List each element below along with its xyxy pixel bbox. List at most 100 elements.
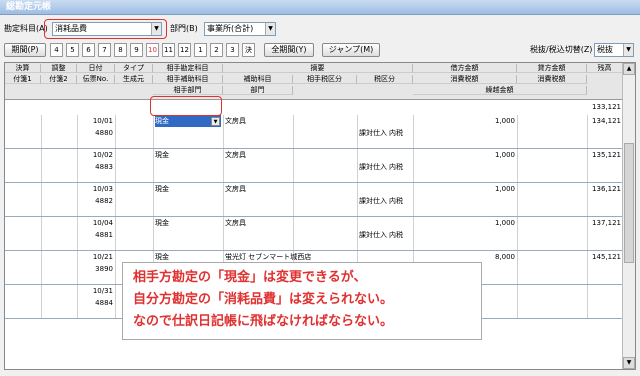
column-divider — [153, 115, 154, 148]
balance-cell[interactable] — [589, 285, 621, 297]
tax-category-cell[interactable]: 課対仕入 — [359, 127, 389, 139]
column-divider — [517, 115, 518, 148]
counter-account-cell[interactable]: 現金 — [155, 183, 221, 195]
scroll-down-icon[interactable]: ▼ — [623, 357, 635, 369]
date-cell[interactable]: 10/02 — [79, 149, 113, 161]
tax-type-cell[interactable]: 内税 — [389, 161, 411, 173]
header-cell: 伝票No. — [77, 75, 115, 84]
tax-select[interactable]: 税抜 ▼ — [594, 43, 634, 57]
account-label: 勘定科目(A) — [4, 24, 48, 33]
month-tab[interactable]: 4 — [50, 43, 63, 57]
column-divider — [223, 217, 224, 250]
balance-cell[interactable]: 145,121 — [589, 251, 621, 263]
chevron-down-icon[interactable]: ▼ — [623, 44, 633, 56]
header-cell: タイプ — [115, 64, 153, 73]
header-cell: 日付 — [77, 64, 115, 73]
scroll-up-icon[interactable]: ▲ — [623, 63, 635, 75]
debit-cell[interactable]: 1,000 — [415, 217, 515, 229]
voucher-no-cell[interactable]: 4880 — [79, 127, 113, 139]
dept-select[interactable]: 事業所(合計) ▼ — [204, 22, 276, 36]
voucher-no-cell[interactable]: 4881 — [79, 229, 113, 241]
column-divider — [413, 115, 414, 148]
month-tab[interactable]: 10 — [146, 43, 159, 57]
debit-cell[interactable]: 1,000 — [415, 149, 515, 161]
column-divider — [413, 217, 414, 250]
ledger-record[interactable]: 10/02 4883 現金 文房具 1,000 135,121 課対仕入 内税 — [5, 149, 623, 183]
month-tab[interactable]: 5 — [66, 43, 79, 57]
ledger-record[interactable]: 10/03 4882 現金 文房具 1,000 136,121 課対仕入 内税 — [5, 183, 623, 217]
voucher-no-cell[interactable]: 4883 — [79, 161, 113, 173]
chevron-down-icon[interactable]: ▼ — [211, 117, 220, 126]
month-tab[interactable]: 7 — [98, 43, 111, 57]
column-divider — [41, 149, 42, 182]
scroll-thumb[interactable] — [624, 143, 634, 263]
month-tab[interactable]: 12 — [178, 43, 191, 57]
month-tab[interactable]: 6 — [82, 43, 95, 57]
debit-cell[interactable]: 1,000 — [415, 115, 515, 127]
summary-cell[interactable]: 文房具 — [225, 149, 411, 161]
summary-cell[interactable]: 文房具 — [225, 183, 411, 195]
balance-cell[interactable]: 135,121 — [589, 149, 621, 161]
period-button[interactable]: 期間(P) — [4, 43, 46, 57]
column-divider — [115, 115, 116, 148]
month-tab[interactable]: 1 — [194, 43, 207, 57]
column-divider — [413, 183, 414, 216]
column-divider — [77, 115, 78, 148]
column-divider — [587, 251, 588, 284]
tax-category-cell[interactable]: 課対仕入 — [359, 195, 389, 207]
column-divider — [223, 183, 224, 216]
header-cell: 生成元 — [115, 75, 153, 84]
counter-account-cell[interactable]: 現金 — [155, 149, 221, 161]
filter-bar: 勘定科目(A) 消耗品費 ▼ 部門(B) 事業所(合計) ▼ — [0, 19, 640, 39]
jump-button[interactable]: ジャンプ(M) — [322, 43, 380, 57]
header-cell: 部門 — [223, 86, 293, 95]
tax-category-cell[interactable]: 課対仕入 — [359, 229, 389, 241]
balance-cell[interactable]: 137,121 — [589, 217, 621, 229]
voucher-no-cell[interactable]: 4884 — [79, 297, 113, 309]
all-period-button[interactable]: 全期間(Y) — [264, 43, 314, 57]
voucher-no-cell[interactable]: 3890 — [79, 263, 113, 275]
column-divider — [41, 217, 42, 250]
date-cell[interactable]: 10/04 — [79, 217, 113, 229]
tax-type-cell[interactable]: 内税 — [389, 127, 411, 139]
month-tab[interactable]: 11 — [162, 43, 175, 57]
column-divider — [153, 149, 154, 182]
month-tab[interactable]: 8 — [114, 43, 127, 57]
note-line-1: 相手方勘定の「現金」は変更できるが、 — [133, 270, 367, 285]
column-divider — [153, 183, 154, 216]
header-cell: 残高 — [587, 64, 623, 73]
ledger-record[interactable]: 10/01 4880 現金 ▼ 文房具 1,000 134,121 課対仕入 内税 — [5, 115, 623, 149]
month-tab[interactable]: 2 — [210, 43, 223, 57]
summary-cell[interactable]: 文房具 — [225, 115, 411, 127]
header-cell: 繰越金額 — [413, 86, 587, 95]
ledger-record[interactable]: 10/04 4881 現金 文房具 1,000 137,121 課対仕入 内税 — [5, 217, 623, 251]
date-cell[interactable]: 10/21 — [79, 251, 113, 263]
header-cell: 相手税区分 — [293, 75, 357, 84]
month-tab[interactable]: 決 — [242, 43, 255, 57]
debit-cell[interactable]: 1,000 — [415, 183, 515, 195]
balance-cell[interactable]: 134,121 — [589, 115, 621, 127]
date-cell[interactable]: 10/31 — [79, 285, 113, 297]
tax-type-cell[interactable]: 内税 — [389, 195, 411, 207]
note-line-2: 自分方勘定の「消耗品費」は変えられない。 — [133, 292, 394, 307]
month-tab[interactable]: 3 — [226, 43, 239, 57]
date-cell[interactable]: 10/03 — [79, 183, 113, 195]
column-divider — [115, 183, 116, 216]
summary-cell[interactable]: 文房具 — [225, 217, 411, 229]
tax-type-cell[interactable]: 内税 — [389, 229, 411, 241]
date-cell[interactable]: 10/01 — [79, 115, 113, 127]
counter-account-cell[interactable]: 現金 — [155, 217, 221, 229]
column-divider — [77, 149, 78, 182]
chevron-down-icon[interactable]: ▼ — [265, 23, 275, 35]
column-divider — [587, 149, 588, 182]
column-divider — [77, 251, 78, 284]
month-tab[interactable]: 9 — [130, 43, 143, 57]
voucher-no-cell[interactable]: 4882 — [79, 195, 113, 207]
column-divider — [223, 115, 224, 148]
balance-cell[interactable]: 136,121 — [589, 183, 621, 195]
vertical-scrollbar[interactable]: ▲ ▼ — [622, 63, 635, 369]
tax-category-cell[interactable]: 課対仕入 — [359, 161, 389, 173]
header-cell: 消費税額 — [413, 75, 517, 84]
column-divider — [115, 285, 116, 318]
month-tabs: 4 5 6 7 8 9 10 11 12 1 2 3 決 — [50, 43, 260, 57]
